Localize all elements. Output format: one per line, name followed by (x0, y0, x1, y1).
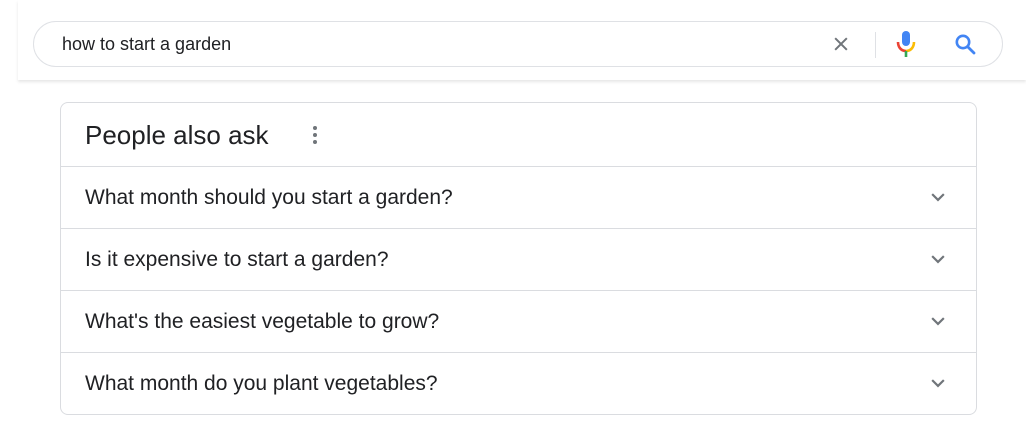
search-divider (875, 32, 876, 58)
more-vert-icon (313, 126, 317, 144)
chevron-down-icon (926, 371, 950, 395)
paa-question-text: What's the easiest vegetable to grow? (85, 310, 440, 333)
search-box (33, 21, 1003, 67)
paa-question-item[interactable]: What month do you plant vegetables? (61, 352, 976, 414)
paa-question-item[interactable]: What month should you start a garden? (61, 166, 976, 228)
search-button[interactable] (951, 22, 979, 66)
clear-search-button[interactable] (827, 22, 855, 66)
people-also-ask-title: People also ask (85, 120, 269, 150)
search-input[interactable] (62, 22, 802, 66)
paa-question-text: What month do you plant vegetables? (85, 372, 438, 395)
paa-question-text: Is it expensive to start a garden? (85, 248, 389, 271)
more-options-button[interactable] (305, 123, 325, 147)
paa-question-text: What month should you start a garden? (85, 186, 453, 209)
voice-search-button[interactable] (892, 22, 920, 66)
people-also-ask-card: People also ask What month should you st… (60, 102, 977, 415)
paa-question-item[interactable]: What's the easiest vegetable to grow? (61, 290, 976, 352)
people-also-ask-header: People also ask (61, 103, 976, 166)
chevron-down-icon (926, 309, 950, 333)
chevron-down-icon (926, 247, 950, 271)
people-also-ask-list: What month should you start a garden? Is… (61, 166, 976, 414)
microphone-icon (896, 31, 916, 57)
search-icon (955, 34, 976, 55)
paa-question-item[interactable]: Is it expensive to start a garden? (61, 228, 976, 290)
search-header (18, 0, 1026, 80)
chevron-down-icon (926, 185, 950, 209)
close-icon (834, 37, 848, 51)
